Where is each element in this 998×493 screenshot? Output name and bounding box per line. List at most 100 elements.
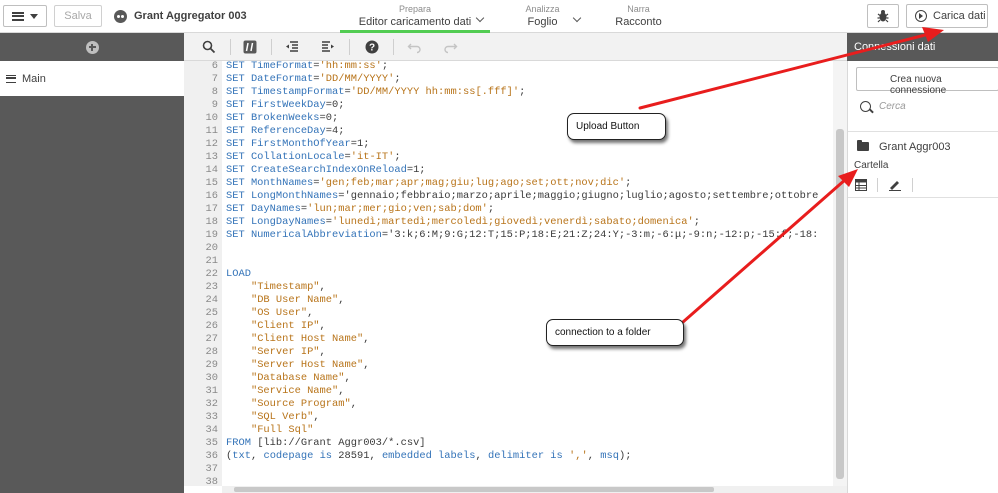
code-text[interactable]: SET TimestampFormat='DD/MM/YYYY hh:mm:ss… (226, 86, 525, 99)
code-text[interactable]: SET MonthNames='gen;feb;mar;apr;mag;giu;… (226, 177, 631, 190)
code-line[interactable]: 31 "Service Name", (184, 385, 833, 398)
indent-icon[interactable] (321, 40, 335, 54)
line-number: 31 (205, 385, 218, 397)
code-line[interactable]: 24 "DB User Name", (184, 294, 833, 307)
code-line[interactable]: 28 "Server IP", (184, 346, 833, 359)
edit-pencil-icon[interactable] (888, 179, 902, 191)
code-line[interactable]: 33 "SQL Verb", (184, 411, 833, 424)
code-text[interactable]: "DB User Name", (226, 294, 345, 307)
add-section-icon[interactable] (85, 40, 99, 54)
code-text[interactable]: SET LongMonthNames='gennaio;febbraio;mar… (226, 190, 818, 203)
script-editor[interactable]: 6 SET TimeFormat='hh:mm:ss'; 7 SET DateForm… (184, 61, 833, 486)
select-data-icon[interactable] (855, 179, 867, 191)
line-number: 34 (205, 424, 218, 436)
code-text[interactable]: FROM [lib://Grant Aggr003/*.csv] (226, 437, 426, 450)
code-text[interactable]: "SQL Verb", (226, 411, 320, 424)
code-line[interactable]: 34 "Full Sql" (184, 424, 833, 437)
code-text[interactable]: SET DateFormat='DD/MM/YYYY'; (226, 73, 401, 86)
line-number: 38 (205, 476, 218, 486)
code-line[interactable]: 10 SET BrokenWeeks=0; (184, 112, 833, 125)
code-text[interactable]: SET BrokenWeeks=0; (226, 112, 338, 125)
code-text[interactable]: "Timestamp", (226, 281, 326, 294)
code-text[interactable]: "Service Name", (226, 385, 345, 398)
code-text[interactable]: SET CreateSearchIndexOnReload=1; (226, 164, 426, 177)
create-connection-button[interactable]: Crea nuova connessione (856, 67, 998, 96)
code-line[interactable]: 14 SET CreateSearchIndexOnReload=1; (184, 164, 833, 177)
divider (848, 131, 998, 132)
redo-icon[interactable] (444, 40, 458, 54)
section-item-label: Main (22, 72, 46, 85)
code-line[interactable]: 35 FROM [lib://Grant Aggr003/*.csv] (184, 437, 833, 450)
search-icon[interactable] (202, 40, 216, 54)
code-text[interactable]: SET CollationLocale='it-IT'; (226, 151, 401, 164)
code-line[interactable]: 7 SET DateFormat='DD/MM/YYYY'; (184, 73, 833, 86)
editor-vertical-scrollbar[interactable] (833, 61, 847, 486)
code-line[interactable]: 11 SET ReferenceDay=4; (184, 125, 833, 138)
code-line[interactable]: 27 "Client Host Name", (184, 333, 833, 346)
code-text[interactable]: "Source Program", (226, 398, 357, 411)
code-line[interactable]: 30 "Database Name", (184, 372, 833, 385)
code-text[interactable]: "Server IP", (226, 346, 326, 359)
code-line[interactable]: 16 SET LongMonthNames='gennaio;febbraio;m… (184, 190, 833, 203)
hamburger-icon (12, 11, 24, 21)
save-button[interactable]: Salva (54, 5, 102, 27)
code-text[interactable]: (txt, codepage is 28591, embedded labels… (226, 450, 631, 463)
code-text[interactable]: LOAD (226, 268, 251, 281)
global-menu-button[interactable] (3, 5, 47, 27)
search-input[interactable]: Cerca (879, 101, 906, 112)
comment-icon[interactable] (243, 40, 257, 54)
line-number: 19 (205, 229, 218, 241)
nav-narra[interactable]: Narra Racconto (596, 0, 681, 33)
code-text[interactable]: "Server Host Name", (226, 359, 370, 372)
code-line[interactable]: 22 LOAD (184, 268, 833, 281)
code-text[interactable]: SET DayNames='lun;mar;mer;gio;ven;sab;do… (226, 203, 494, 216)
scrollbar-thumb[interactable] (836, 129, 844, 479)
load-data-button[interactable]: Carica dati (906, 4, 988, 28)
code-line[interactable]: 18 SET LongDayNames='lunedì;martedì;merco… (184, 216, 833, 229)
debug-button[interactable] (867, 4, 899, 28)
line-number: 30 (205, 372, 218, 384)
play-icon (915, 10, 927, 22)
code-text[interactable]: "OS User", (226, 307, 313, 320)
code-line[interactable]: 32 "Source Program", (184, 398, 833, 411)
code-line[interactable]: 15 SET MonthNames='gen;feb;mar;apr;mag;gi… (184, 177, 833, 190)
code-line[interactable]: 25 "OS User", (184, 307, 833, 320)
code-text[interactable]: SET LongDayNames='lunedì;martedì;mercole… (226, 216, 700, 229)
code-line[interactable]: 12 SET FirstMonthOfYear=1; (184, 138, 833, 151)
code-line[interactable]: 21 (184, 255, 833, 268)
code-text[interactable]: SET FirstWeekDay=0; (226, 99, 345, 112)
code-text[interactable]: "Client IP", (226, 320, 326, 333)
code-line[interactable]: 9 SET FirstWeekDay=0; (184, 99, 833, 112)
code-line[interactable]: 20 (184, 242, 833, 255)
code-text[interactable]: "Database Name", (226, 372, 351, 385)
connection-search[interactable]: Cerca (860, 101, 906, 112)
code-line[interactable]: 38 (184, 476, 833, 486)
code-line[interactable]: 19 SET NumericalAbbreviation='3:k;6:M;9:G… (184, 229, 833, 242)
editor-horizontal-scrollbar[interactable] (222, 486, 847, 493)
scrollbar-thumb[interactable] (234, 487, 714, 492)
editor-toolbar: ? (184, 33, 847, 61)
code-text[interactable]: "Full Sql" (226, 424, 313, 437)
nav-prepara[interactable]: Prepara Editor caricamento dati (340, 0, 490, 33)
code-line[interactable]: 6 SET TimeFormat='hh:mm:ss'; (184, 61, 833, 73)
nav-analizza[interactable]: Analizza Foglio (495, 0, 590, 33)
undo-icon[interactable] (407, 40, 421, 54)
code-text[interactable]: "Client Host Name", (226, 333, 370, 346)
code-line[interactable]: 29 "Server Host Name", (184, 359, 833, 372)
code-line[interactable]: 36 (txt, codepage is 28591, embedded labe… (184, 450, 833, 463)
code-line[interactable]: 13 SET CollationLocale='it-IT'; (184, 151, 833, 164)
outdent-icon[interactable] (285, 40, 299, 54)
code-text[interactable]: SET TimeFormat='hh:mm:ss'; (226, 61, 388, 73)
section-item-main[interactable]: Main (0, 61, 184, 96)
code-text[interactable]: SET FirstMonthOfYear=1; (226, 138, 369, 151)
code-line[interactable]: 8 SET TimestampFormat='DD/MM/YYYY hh:mm:s… (184, 86, 833, 99)
code-line[interactable]: 23 "Timestamp", (184, 281, 833, 294)
code-line[interactable]: 26 "Client IP", (184, 320, 833, 333)
code-text[interactable]: SET NumericalAbbreviation='3:k;6:M;9:G;1… (226, 229, 818, 242)
help-icon[interactable]: ? (365, 40, 379, 54)
code-line[interactable]: 17 SET DayNames='lun;mar;mer;gio;ven;sab;… (184, 203, 833, 216)
line-number: 27 (205, 333, 218, 345)
connection-name[interactable]: Grant Aggr003 (879, 141, 951, 153)
code-text[interactable]: SET ReferenceDay=4; (226, 125, 345, 138)
code-line[interactable]: 37 (184, 463, 833, 476)
